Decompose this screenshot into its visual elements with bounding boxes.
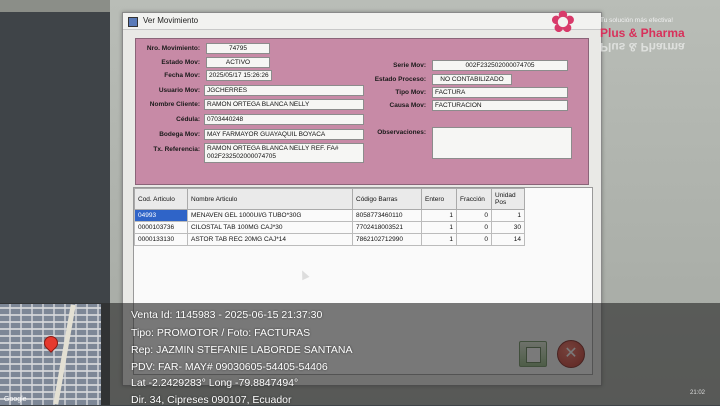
bodega-mov-field[interactable]: MAY FARMAYOR GUAYAQUIL BOYACA: [204, 129, 364, 140]
serie-mov-label: Serie Mov:: [393, 62, 426, 69]
stamp-rep: Rep: JAZMIN STEFANIE LABORDE SANTANA: [131, 344, 353, 356]
items-table: Cod. Articulo Nombre Articulo Código Bar…: [134, 188, 525, 246]
estado-mov-field[interactable]: ACTIVO: [206, 57, 270, 68]
cell-entero: 1: [421, 233, 457, 246]
causa-mov-label: Causa Mov:: [389, 102, 426, 109]
bodega-mov-label: Bodega Mov:: [159, 131, 200, 138]
cell-nombre: ASTOR TAB REC 20MG CAJ*14: [187, 233, 353, 246]
column-header-fraccion[interactable]: Fracción: [456, 188, 492, 210]
estado-mov-label: Estado Mov:: [161, 59, 200, 66]
nombre-cliente-label: Nombre Cliente:: [149, 101, 200, 108]
window-title: Ver Movimiento: [143, 16, 199, 25]
column-header-unidad[interactable]: Unidad Pos: [491, 188, 525, 210]
cell-nombre: CILOSTAL TAB 100MG CAJ*30: [187, 221, 353, 234]
logo-brand-reflection: Plus & Pharma: [600, 40, 685, 54]
tipo-mov-field[interactable]: FACTURA: [432, 87, 568, 98]
column-header-cod[interactable]: Cod. Articulo: [134, 188, 188, 210]
movement-header-panel: Nro. Movimiento: 74795 Estado Mov: ACTIV…: [135, 38, 589, 185]
cell-entero: 1: [421, 221, 457, 234]
estado-proceso-label: Estado Proceso:: [374, 76, 426, 83]
nombre-cliente-field[interactable]: RAMON ORTEGA BLANCA NELLY: [204, 99, 364, 110]
cell-fraccion: 0: [456, 233, 492, 246]
causa-mov-field[interactable]: FACTURACION: [432, 100, 568, 111]
stamp-tipo: Tipo: PROMOTOR / Foto: FACTURAS: [131, 327, 311, 339]
cell-fraccion: 0: [456, 209, 492, 222]
fecha-mov-field[interactable]: 2025/05/17 15:26:26: [206, 70, 272, 81]
cedula-field[interactable]: 0703440248: [204, 114, 364, 125]
map-attribution: Google: [4, 396, 27, 403]
nro-movimiento-label: Nro. Movimiento:: [146, 45, 200, 52]
cell-entero: 1: [421, 209, 457, 222]
table-row[interactable]: 0000133130 ASTOR TAB REC 20MG CAJ*14 786…: [134, 233, 525, 246]
serie-mov-field[interactable]: 002F232502000074705: [432, 60, 568, 71]
stamp-venta: Venta Id: 1145983 - 2025-06-15 21:37:30: [131, 309, 323, 321]
cell-cod: 0000133130: [134, 233, 188, 246]
cell-cod: 04993: [134, 209, 188, 222]
flower-logo-icon: ✿: [550, 6, 576, 39]
cell-barras: 7702418003521: [352, 221, 422, 234]
taskbar-clock: 21:02: [690, 390, 706, 396]
cell-fraccion: 0: [456, 221, 492, 234]
usuario-mov-label: Usuario Mov:: [158, 87, 200, 94]
observaciones-field[interactable]: [432, 127, 572, 159]
logo-tagline: Tu solución más efectiva!: [600, 17, 674, 24]
photo-stamp-overlay: [0, 303, 720, 405]
cell-nombre: MENAVEN GEL 1000UI/G TUBO*30G: [187, 209, 353, 222]
usuario-mov-field[interactable]: JGCHERRES: [204, 85, 364, 96]
cell-cod: 0000103736: [134, 221, 188, 234]
cedula-label: Cédula:: [176, 116, 200, 123]
window-icon: [128, 17, 138, 27]
logo-brand: Plus & Pharma: [600, 26, 685, 40]
map-pin-icon: [41, 333, 61, 353]
table-row[interactable]: 0000103736 CILOSTAL TAB 100MG CAJ*30 770…: [134, 221, 525, 234]
grid-header-row: Cod. Articulo Nombre Articulo Código Bar…: [134, 188, 525, 210]
stamp-coordinates: Lat -2.2429283° Long -79.8847494°: [131, 377, 299, 389]
column-header-entero[interactable]: Entero: [421, 188, 457, 210]
cell-barras: 8058773460110: [352, 209, 422, 222]
fecha-mov-label: Fecha Mov:: [164, 72, 200, 79]
map-road: [53, 304, 76, 405]
column-header-barras[interactable]: Código Barras: [352, 188, 422, 210]
tx-referencia-field[interactable]: RAMON ORTEGA BLANCA NELLY REF. FA# 002F2…: [204, 143, 364, 163]
observaciones-label: Observaciones:: [377, 129, 426, 136]
cell-unidad: 30: [491, 221, 525, 234]
tipo-mov-label: Tipo Mov:: [395, 89, 426, 96]
column-header-nombre[interactable]: Nombre Articulo: [187, 188, 353, 210]
estado-proceso-field[interactable]: NO CONTABILIZADO: [432, 74, 512, 85]
stamp-address: Dir. 34, Cipreses 090107, Ecuador: [131, 394, 292, 406]
table-row[interactable]: 04993 MENAVEN GEL 1000UI/G TUBO*30G 8058…: [134, 209, 525, 222]
pharma-logo: ✿ Tu solución más efectiva! Plus & Pharm…: [538, 4, 720, 54]
nro-movimiento-field[interactable]: 74795: [206, 43, 270, 54]
location-map-thumbnail: Google: [0, 304, 101, 405]
stamp-pdv: PDV: FAR- MAY# 09030605-54405-54406: [131, 361, 328, 373]
cell-unidad: 14: [491, 233, 525, 246]
cell-unidad: 1: [491, 209, 525, 222]
tx-referencia-label: Tx. Referencia:: [153, 146, 200, 153]
cell-barras: 7862102712990: [352, 233, 422, 246]
title-bar[interactable]: Ver Movimiento: [123, 13, 601, 30]
